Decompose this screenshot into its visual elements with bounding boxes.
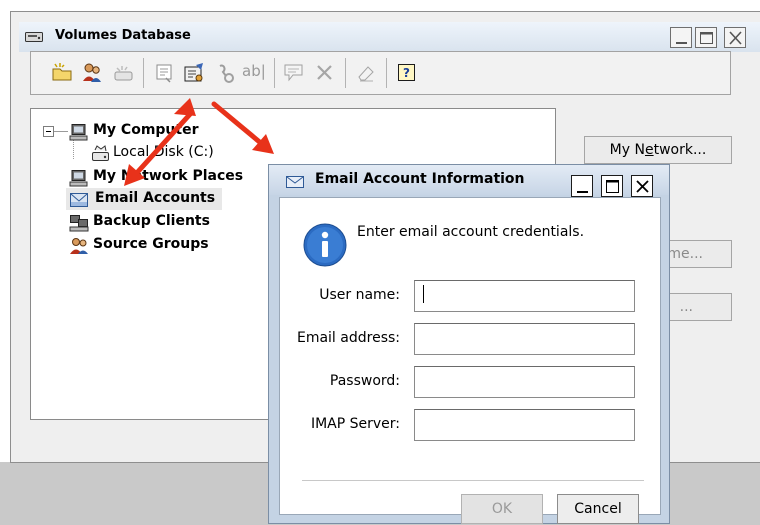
database-app-icon — [25, 31, 43, 42]
toolbar: ab| ? — [30, 51, 731, 95]
rename-icon[interactable]: ab| — [242, 62, 272, 86]
ok-button[interactable]: OK — [461, 494, 543, 524]
disk-icon — [91, 145, 111, 163]
dialog-maximize-button[interactable] — [601, 175, 623, 197]
email-address-input[interactable] — [414, 323, 635, 355]
main-window-title: Volumes Database — [55, 28, 191, 43]
username-input[interactable] — [414, 280, 635, 312]
dialog-divider — [302, 480, 644, 481]
cancel-button-label: Cancel — [574, 501, 622, 517]
help-icon[interactable]: ? — [395, 61, 419, 85]
text-caret — [423, 285, 424, 303]
email-dialog-icon — [286, 174, 304, 188]
minimize-button[interactable] — [670, 27, 692, 48]
email-address-label: Email address: — [296, 330, 400, 346]
dialog-close-button[interactable] — [631, 175, 653, 197]
toolbar-separator — [274, 58, 275, 88]
side-button-label: ... — [679, 299, 693, 315]
toolbar-separator — [345, 58, 346, 88]
tree-item-label: Local Disk (C:) — [113, 144, 214, 160]
new-folder-icon[interactable] — [50, 61, 74, 85]
cancel-button[interactable]: Cancel — [557, 494, 639, 524]
tree-connector — [54, 131, 68, 132]
tree-item-label: Source Groups — [93, 236, 209, 252]
email-account-dialog: Email Account Information Enter email ac… — [268, 164, 670, 524]
collapse-toggle[interactable] — [43, 126, 54, 137]
password-input[interactable] — [414, 366, 635, 398]
tree-item-label: Email Accounts — [95, 190, 216, 206]
backup-clients-icon — [69, 214, 89, 232]
username-label: User name: — [319, 287, 400, 303]
dialog-title: Email Account Information — [315, 171, 525, 187]
delete-icon[interactable] — [313, 61, 337, 85]
source-groups-icon — [69, 237, 89, 255]
side-button-label: me... — [667, 246, 703, 262]
email-settings-icon[interactable] — [182, 61, 206, 85]
maximize-button[interactable] — [695, 27, 717, 48]
computer-icon — [69, 123, 89, 141]
imap-server-label: IMAP Server: — [310, 416, 400, 432]
password-label: Password: — [329, 373, 400, 389]
ok-button-label: OK — [491, 501, 513, 517]
my-network-button-label: My Network... — [609, 142, 707, 158]
toolbar-separator — [386, 58, 387, 88]
users-icon[interactable] — [80, 61, 104, 85]
tree-connector — [73, 139, 74, 159]
properties-icon[interactable] — [152, 61, 176, 85]
close-button[interactable] — [724, 27, 746, 48]
toolbar-separator — [143, 58, 144, 88]
dialog-title-bar[interactable]: Email Account Information — [269, 165, 669, 197]
email-icon — [69, 191, 89, 209]
dialog-message: Enter email account credentials. — [357, 224, 585, 240]
help-icon-glyph: ? — [403, 66, 410, 80]
tree-item-label: My Computer — [93, 122, 199, 138]
link-icon[interactable] — [214, 61, 238, 85]
dialog-minimize-button[interactable] — [571, 175, 593, 197]
eraser-icon[interactable] — [354, 61, 378, 85]
network-icon — [69, 169, 89, 187]
tree-item-label: Backup Clients — [93, 213, 210, 229]
comment-icon[interactable] — [282, 61, 306, 85]
my-network-button[interactable]: My Network... — [584, 136, 732, 164]
main-title-bar[interactable]: Volumes Database — [19, 22, 760, 52]
dialog-body: Enter email account credentials. User na… — [279, 197, 661, 524]
imap-server-input[interactable] — [414, 409, 635, 441]
drive-icon[interactable] — [111, 61, 135, 85]
info-icon — [302, 222, 348, 268]
tree-item-label: My Network Places — [93, 168, 244, 184]
